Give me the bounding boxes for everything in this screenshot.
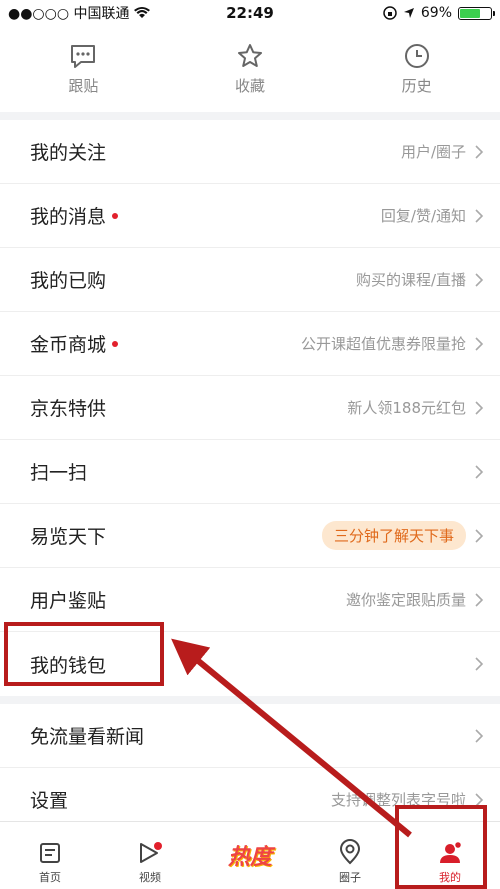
shortcut-favorites[interactable]: 收藏 xyxy=(190,43,310,96)
menu-item-coin-mall[interactable]: 金币商城 公开课超值优惠券限量抢 xyxy=(0,312,500,376)
orientation-lock-icon xyxy=(383,6,397,20)
menu-item-title: 扫一扫 xyxy=(30,462,88,484)
unread-dot xyxy=(112,340,119,347)
section-divider xyxy=(0,696,500,704)
menu-item-subtitle: 回复/赞/通知 xyxy=(380,207,466,225)
video-icon xyxy=(140,842,162,863)
menu-item-jd-special[interactable]: 京东特供 新人领188元红包 xyxy=(0,376,500,440)
menu-item-subtitle: 公开课超值优惠券限量抢 xyxy=(300,335,466,353)
menu-item-title: 京东特供 xyxy=(30,398,107,420)
chevron-right-icon xyxy=(475,272,484,287)
tab-label: 首页 xyxy=(39,871,61,884)
menu-item-subtitle: 购买的课程/直播 xyxy=(355,271,466,289)
chevron-right-icon xyxy=(475,657,484,671)
highlight-box-wallet xyxy=(4,622,164,686)
menu-item-title: 我的消息 xyxy=(30,206,107,228)
tab-home[interactable]: 首页 xyxy=(0,822,100,889)
chevron-right-icon xyxy=(475,528,484,543)
shortcut-label: 跟贴 xyxy=(68,76,99,95)
tab-circle[interactable]: 圈子 xyxy=(300,822,400,889)
chevron-right-icon xyxy=(475,336,484,351)
circle-icon xyxy=(339,839,361,865)
star-icon xyxy=(237,43,262,67)
menu-item-title: 设置 xyxy=(30,790,69,812)
menu-item-title: 易览天下 xyxy=(30,526,107,548)
menu-item-messages[interactable]: 我的消息 回复/赞/通知 xyxy=(0,184,500,248)
location-icon xyxy=(403,8,414,18)
chevron-right-icon xyxy=(475,208,484,223)
menu-item-following[interactable]: 我的关注 用户/圈子 xyxy=(0,120,500,184)
shortcut-comments[interactable]: 跟贴 xyxy=(23,43,143,96)
menu-item-title: 金币商城 xyxy=(30,334,107,356)
clock-time: 22:49 xyxy=(226,4,274,22)
tab-video[interactable]: 视频 xyxy=(100,822,200,889)
chevron-right-icon xyxy=(475,592,484,607)
tab-label: 圈子 xyxy=(339,871,361,884)
menu-item-scan[interactable]: 扫一扫 xyxy=(0,440,500,504)
menu-item-free-data-news[interactable]: 免流量看新闻 xyxy=(0,704,500,768)
menu-list: 我的关注 用户/圈子 我的消息 回复/赞/通知 我的已购 购买的课程/直播 金币… xyxy=(0,120,500,832)
hot-logo: 热度 xyxy=(227,844,272,870)
highlight-box-mine-tab xyxy=(395,805,487,889)
comment-icon xyxy=(71,44,96,68)
menu-item-subtitle: 用户/圈子 xyxy=(400,143,466,161)
menu-item-subtitle: 邀你鉴定跟贴质量 xyxy=(345,591,466,609)
menu-item-title: 用户鉴贴 xyxy=(30,590,107,612)
menu-item-title: 我的关注 xyxy=(30,142,107,164)
shortcut-history[interactable]: 历史 xyxy=(357,43,477,96)
carrier-label: ●●○○○ 中国联通 xyxy=(8,6,130,22)
menu-item-subtitle: 新人领188元红包 xyxy=(347,399,466,417)
status-bar: ●●○○○ 中国联通 22:49 69% xyxy=(0,0,500,26)
shortcut-label: 历史 xyxy=(401,76,432,95)
chevron-right-icon xyxy=(475,144,484,159)
shortcut-label: 收藏 xyxy=(234,76,265,95)
top-shortcuts: 跟贴 收藏 历史 xyxy=(0,26,500,120)
battery-percent: 69% xyxy=(420,5,452,21)
menu-item-title: 免流量看新闻 xyxy=(30,726,145,748)
chevron-right-icon xyxy=(475,400,484,415)
battery-icon xyxy=(458,6,495,20)
chevron-right-icon xyxy=(475,464,484,479)
wifi-icon xyxy=(133,7,150,18)
menu-item-world-view[interactable]: 易览天下 三分钟了解天下事 xyxy=(0,504,500,568)
chevron-right-icon xyxy=(475,728,484,743)
tab-hot[interactable]: 热度 xyxy=(200,822,300,889)
clock-icon xyxy=(404,43,429,68)
tab-label: 视频 xyxy=(139,871,161,884)
menu-item-purchased[interactable]: 我的已购 购买的课程/直播 xyxy=(0,248,500,312)
home-icon xyxy=(40,843,60,863)
unread-dot xyxy=(112,212,119,219)
menu-item-title: 我的已购 xyxy=(30,270,107,292)
promo-badge: 三分钟了解天下事 xyxy=(321,521,466,550)
